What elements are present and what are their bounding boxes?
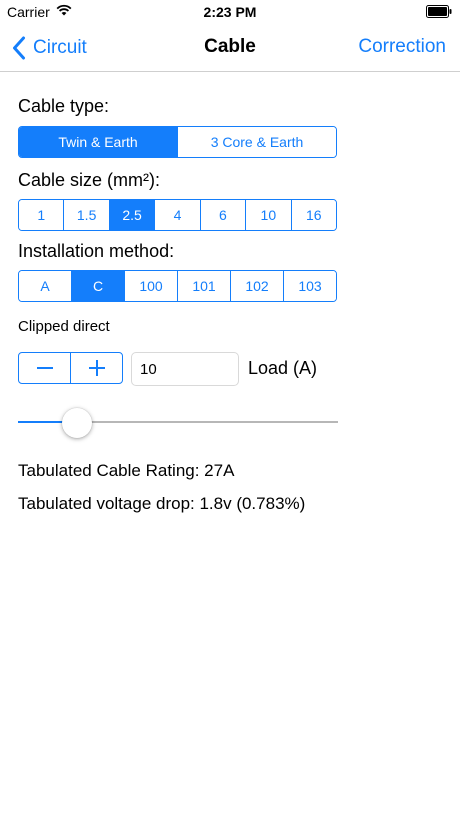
cable-size-option[interactable]: 6 — [199, 200, 246, 230]
slider-thumb[interactable] — [61, 408, 92, 438]
installation-description: Clipped direct — [18, 318, 110, 335]
status-time: 2:23 PM — [203, 4, 257, 20]
cable-type-label: Cable type: — [18, 96, 110, 116]
status-bar: Carrier 2:23 PM — [0, 0, 460, 24]
cable-size-option[interactable]: 1 — [19, 200, 64, 230]
installation-method-option[interactable]: 101 — [177, 271, 230, 301]
cable-size-label: Cable size (mm²): — [18, 170, 161, 190]
cable-type-segmented-control: Twin & Earth 3 Core & Earth — [18, 126, 337, 158]
installation-method-option[interactable]: 100 — [124, 271, 177, 301]
correction-button[interactable]: Correction — [358, 36, 446, 58]
cable-size-segmented-control: 1 1.5 2.5 4 6 10 16 — [18, 199, 337, 231]
load-input[interactable]: 10 — [131, 352, 239, 386]
installation-method-option[interactable]: C — [71, 271, 124, 301]
voltage-drop-result: Tabulated voltage drop: 1.8v (0.783%) — [18, 494, 306, 513]
cable-type-option[interactable]: 3 Core & Earth — [177, 127, 336, 157]
cable-size-option[interactable]: 4 — [154, 200, 200, 230]
cable-rating-result: Tabulated Cable Rating: 27A — [18, 461, 235, 480]
decrement-button[interactable] — [19, 353, 70, 383]
cable-type-option[interactable]: Twin & Earth — [19, 127, 177, 157]
installation-method-segmented-control: A C 100 101 102 103 — [18, 270, 337, 302]
installation-method-option[interactable]: 102 — [230, 271, 283, 301]
navigation-bar: Circuit Cable Correction — [0, 24, 460, 72]
installation-method-option[interactable]: 103 — [283, 271, 336, 301]
cable-size-option[interactable]: 1.5 — [63, 200, 109, 230]
load-slider[interactable] — [18, 408, 338, 438]
minus-icon — [36, 367, 53, 369]
battery-icon — [426, 5, 452, 18]
load-stepper — [18, 352, 123, 384]
installation-method-option[interactable]: A — [19, 271, 71, 301]
cable-size-option[interactable]: 2.5 — [108, 200, 155, 230]
increment-button[interactable] — [70, 353, 122, 383]
installation-method-label: Installation method: — [18, 241, 175, 261]
cable-size-option[interactable]: 10 — [245, 200, 291, 230]
plus-icon — [88, 360, 105, 376]
load-unit-label: Load (A) — [248, 358, 318, 378]
cable-size-option[interactable]: 16 — [290, 200, 336, 230]
